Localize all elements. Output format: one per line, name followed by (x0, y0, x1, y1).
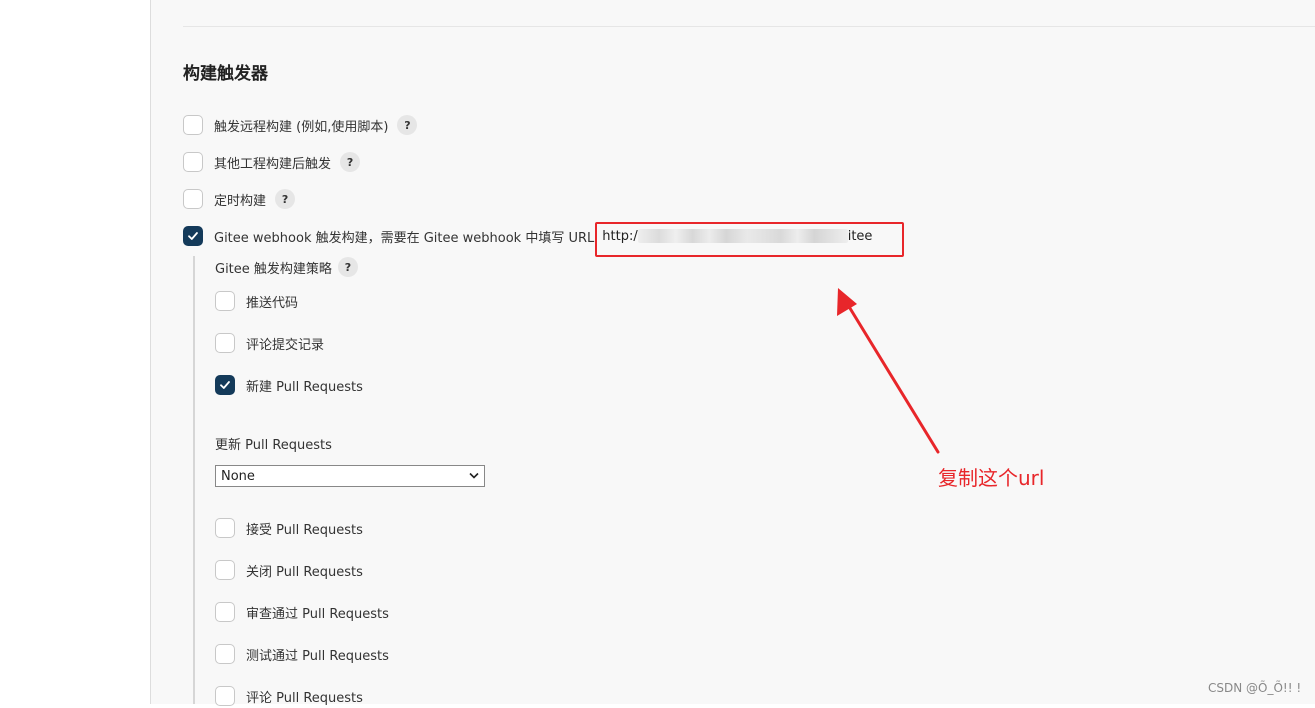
pr-action-accept-label: 接受 Pull Requests (246, 522, 363, 538)
trigger-after-other-projects-checkbox[interactable] (183, 152, 203, 172)
pr-action-comment-checkbox[interactable] (215, 686, 235, 706)
update-pr-label: 更新 Pull Requests (215, 438, 332, 453)
help-icon[interactable]: ? (337, 257, 358, 277)
annotation-text: 复制这个url (938, 466, 1045, 490)
trigger-scheduled-build-label: 定时构建 (214, 193, 267, 209)
config-content-panel (151, 0, 1315, 704)
pr-action-accept[interactable]: 接受 Pull Requests (215, 516, 363, 540)
strategy-new-pr[interactable]: 新建 Pull Requests (215, 373, 363, 397)
strategy-commit-comment-checkbox[interactable] (215, 333, 235, 353)
pr-action-close-checkbox[interactable] (215, 560, 235, 580)
pr-action-comment[interactable]: 评论 Pull Requests (215, 684, 363, 708)
gitee-strategy-header: Gitee 触发构建策略 ? (215, 257, 358, 277)
strategy-push-code-label: 推送代码 (246, 295, 299, 311)
help-icon[interactable]: ? (340, 152, 361, 172)
pr-action-comment-label: 评论 Pull Requests (246, 690, 363, 706)
watermark: CSDN @Õ_Õ!! ! (1208, 681, 1302, 695)
trigger-remote-build-label: 触发远程构建 (例如,使用脚本) (214, 119, 389, 135)
strategy-push-code-checkbox[interactable] (215, 291, 235, 311)
checkmark-icon (188, 232, 198, 240)
pr-action-review-approved-label: 审查通过 Pull Requests (246, 606, 389, 622)
trigger-after-other-projects-label: 其他工程构建后触发 (214, 156, 332, 172)
chevron-down-icon (469, 472, 479, 479)
pr-action-test-passed-label: 测试通过 Pull Requests (246, 648, 389, 664)
pr-action-close[interactable]: 关闭 Pull Requests (215, 558, 363, 582)
section-title: 构建触发器 (183, 64, 268, 84)
checkmark-icon (220, 381, 230, 389)
pr-action-review-approved[interactable]: 审查通过 Pull Requests (215, 600, 389, 624)
trigger-scheduled-build-checkbox[interactable] (183, 189, 203, 209)
strategy-commit-comment-label: 评论提交记录 (246, 337, 325, 353)
trigger-gitee-webhook-label: Gitee webhook 触发构建，需要在 Gitee webhook 中填写… (214, 230, 595, 246)
trigger-remote-build-checkbox[interactable] (183, 115, 203, 135)
gitee-strategy-label: Gitee 触发构建策略 (215, 261, 332, 277)
trigger-scheduled-build[interactable]: 定时构建 ? (183, 187, 296, 211)
update-pr-select[interactable]: None (215, 465, 485, 487)
strategy-new-pr-label: 新建 Pull Requests (246, 379, 363, 395)
pr-action-accept-checkbox[interactable] (215, 518, 235, 538)
pr-action-review-approved-checkbox[interactable] (215, 602, 235, 622)
section-divider (183, 26, 1315, 27)
nested-options-guide (193, 256, 195, 704)
strategy-commit-comment[interactable]: 评论提交记录 (215, 331, 324, 355)
left-sidebar (0, 0, 150, 704)
trigger-after-other-projects[interactable]: 其他工程构建后触发 ? (183, 150, 361, 174)
url-highlight-box (595, 222, 904, 257)
strategy-new-pr-checkbox[interactable] (215, 375, 235, 395)
trigger-remote-build[interactable]: 触发远程构建 (例如,使用脚本) ? (183, 113, 418, 137)
help-icon[interactable]: ? (275, 189, 296, 209)
strategy-push-code[interactable]: 推送代码 (215, 289, 298, 313)
help-icon[interactable]: ? (397, 115, 418, 135)
trigger-gitee-webhook-checkbox[interactable] (183, 226, 203, 246)
pr-action-test-passed-checkbox[interactable] (215, 644, 235, 664)
update-pr-select-value: None (221, 468, 255, 484)
pr-action-close-label: 关闭 Pull Requests (246, 564, 363, 580)
pr-action-test-passed[interactable]: 测试通过 Pull Requests (215, 642, 389, 666)
